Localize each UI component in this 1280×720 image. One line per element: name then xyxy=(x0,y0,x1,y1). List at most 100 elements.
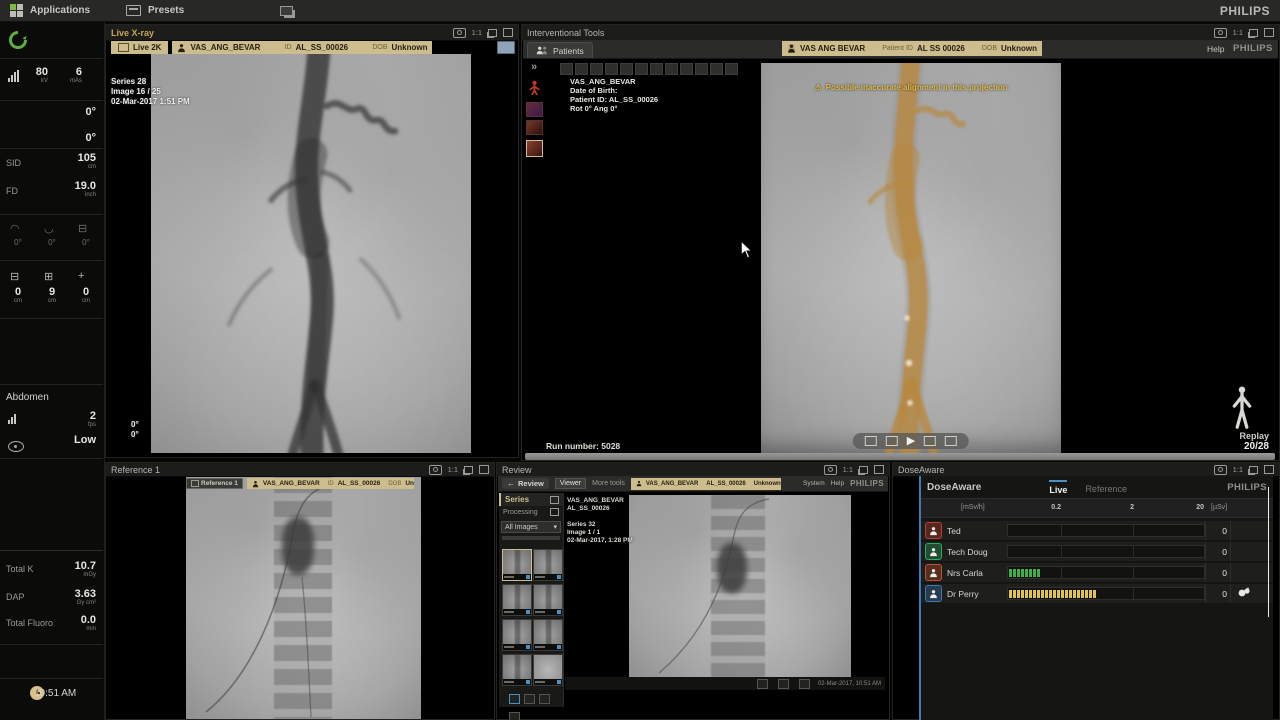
maximize-icon[interactable] xyxy=(479,465,489,474)
play-icon[interactable]: ▶ xyxy=(907,436,915,446)
horizontal-scrollbar[interactable] xyxy=(525,453,1275,460)
series-thumbnail[interactable] xyxy=(533,549,563,581)
screen-copy-button[interactable] xyxy=(280,6,293,16)
tab-live-2k[interactable]: Live 2K xyxy=(111,41,168,54)
system-menu[interactable]: System xyxy=(803,480,825,487)
save-icon[interactable] xyxy=(539,694,550,704)
series-tab[interactable]: Series xyxy=(499,493,563,506)
reference-image[interactable] xyxy=(186,477,421,719)
snapshot-icon[interactable] xyxy=(1214,465,1227,475)
image-filter-dropdown[interactable]: All Images ▾ xyxy=(501,521,561,533)
snapshot-icon[interactable] xyxy=(1214,28,1227,38)
patient-orientation-figure xyxy=(1229,385,1255,431)
patient-icon xyxy=(787,43,796,54)
patient-figure-icon[interactable] xyxy=(526,80,542,100)
dose-row-nrs-carla[interactable]: Nrs Carla 0 xyxy=(921,563,1273,583)
one-to-one-icon[interactable]: 1:1 xyxy=(448,465,458,474)
float-window-icon[interactable] xyxy=(1249,29,1258,37)
tab-reference-1[interactable]: Reference 1 xyxy=(186,478,243,489)
snapshot-icon[interactable] xyxy=(453,28,466,38)
review-image[interactable] xyxy=(629,495,851,677)
layout-icon[interactable] xyxy=(509,694,520,704)
toolbar-icon[interactable] xyxy=(605,63,618,75)
series-thumbnail-icon[interactable] xyxy=(526,120,543,135)
snapshot-icon[interactable] xyxy=(429,465,442,475)
one-to-one-icon[interactable]: 1:1 xyxy=(472,28,482,37)
bookmark-frame-icon[interactable] xyxy=(865,436,877,446)
expand-sidebar-icon[interactable]: » xyxy=(526,61,542,73)
step-back-icon[interactable] xyxy=(886,436,898,446)
series-thumbnail[interactable] xyxy=(533,654,563,686)
toolbar-icon[interactable] xyxy=(590,63,603,75)
series-thumbnail[interactable] xyxy=(502,619,532,651)
print-icon[interactable] xyxy=(524,694,535,704)
maximize-icon[interactable] xyxy=(1264,28,1274,37)
float-window-icon[interactable] xyxy=(859,466,868,474)
toolbar-icon[interactable] xyxy=(680,63,693,75)
settings-icon[interactable] xyxy=(509,712,520,720)
toolbar-icon[interactable] xyxy=(710,63,723,75)
float-window-icon[interactable] xyxy=(1249,466,1258,474)
dose-row-ted[interactable]: Ted 0 xyxy=(921,521,1273,541)
series-thumbnail[interactable] xyxy=(533,584,563,616)
toolbar-icon[interactable] xyxy=(650,63,663,75)
series-thumbnail[interactable] xyxy=(502,654,532,686)
toolbar-icon[interactable] xyxy=(635,63,648,75)
series-thumbnail[interactable] xyxy=(502,584,532,616)
live-xray-image[interactable] xyxy=(151,54,471,453)
roadmap-thumbnail-icon[interactable] xyxy=(526,102,543,117)
replay-label: Replay xyxy=(1229,431,1269,441)
presets-menu[interactable]: Presets xyxy=(126,5,184,16)
float-window-icon[interactable] xyxy=(488,29,497,37)
dap-label: DAP xyxy=(6,592,25,602)
toolbar-icon[interactable] xyxy=(665,63,678,75)
processing-tab[interactable]: Processing xyxy=(499,506,563,518)
fd-unit: inch xyxy=(56,192,96,198)
series-thumbnail[interactable] xyxy=(502,549,532,581)
back-arrow-icon: ← xyxy=(507,479,515,488)
toolbar-icon[interactable] xyxy=(575,63,588,75)
toolbar-icon[interactable] xyxy=(725,63,738,75)
float-window-icon[interactable] xyxy=(464,466,473,474)
dose-row-tech-doug[interactable]: Tech Doug 0 xyxy=(921,542,1273,562)
tab-patients[interactable]: Patients xyxy=(527,42,593,58)
toolbar-icon[interactable] xyxy=(695,63,708,75)
warning-icon: ⚠ xyxy=(815,83,822,92)
applications-menu[interactable]: Applications xyxy=(10,4,90,17)
fusion-image[interactable]: ⚠ Possible inaccurate alignment in this … xyxy=(761,63,1061,453)
review-back-button[interactable]: ← Review xyxy=(502,478,549,489)
patient-banner[interactable]: VAS_ANG_BEVAR ID AL_SS_00026 DOB Unknown xyxy=(172,41,432,54)
replay-counter: 20/28 xyxy=(1229,441,1269,452)
dose-meter-icon[interactable] xyxy=(1237,585,1251,603)
toolbar-icon[interactable] xyxy=(560,63,573,75)
monitor-select-icon[interactable] xyxy=(497,41,515,54)
patient-banner[interactable]: VAS_ANG_BEVAR AL_SS_00026 Unknown xyxy=(631,478,781,490)
export-frame-icon[interactable] xyxy=(945,436,957,446)
help-link[interactable]: Help xyxy=(1207,44,1224,54)
help-menu[interactable]: Help xyxy=(831,480,844,487)
total-k-value: 10.7 xyxy=(50,560,96,572)
toolbar-icon[interactable] xyxy=(620,63,633,75)
patient-banner[interactable]: VAS_ANG_BEVAR ID AL_SS_00026 DOB Unknown xyxy=(247,478,414,489)
step-forward-icon[interactable] xyxy=(924,436,936,446)
dose-row-dr-perry[interactable]: Dr Perry 0 xyxy=(921,584,1273,604)
dose-bar-track xyxy=(1007,545,1205,558)
staff-icon-tech-doug xyxy=(925,543,942,560)
snapshot-icon[interactable] xyxy=(824,465,837,475)
maximize-icon[interactable] xyxy=(503,28,513,37)
one-to-one-icon[interactable]: 1:1 xyxy=(1233,465,1243,474)
patient-banner[interactable]: VAS ANG BEVAR Patient ID AL SS 00026 DOB… xyxy=(782,41,1042,56)
refresh-icon[interactable] xyxy=(550,496,559,504)
reset-rotation-icon[interactable] xyxy=(8,30,28,50)
maximize-icon[interactable] xyxy=(874,465,884,474)
tab-reference[interactable]: Reference xyxy=(1085,481,1127,494)
tab-live[interactable]: Live xyxy=(1049,480,1067,495)
one-to-one-icon[interactable]: 1:1 xyxy=(1233,28,1243,37)
tab-viewer[interactable]: Viewer xyxy=(555,478,586,489)
selected-thumbnail-icon[interactable] xyxy=(526,140,543,157)
tab-more-tools[interactable]: More tools xyxy=(592,480,625,487)
table-longitudinal-icon: ⊞ xyxy=(44,270,53,283)
maximize-icon[interactable] xyxy=(1264,465,1274,474)
one-to-one-icon[interactable]: 1:1 xyxy=(843,465,853,474)
series-thumbnail[interactable] xyxy=(533,619,563,651)
